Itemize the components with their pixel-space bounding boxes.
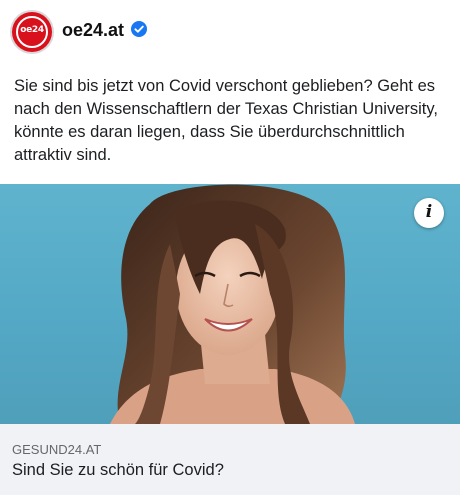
info-icon: i bbox=[425, 202, 433, 222]
link-preview-card[interactable]: GESUND24.AT Sind Sie zu schön für Covid? bbox=[0, 424, 460, 495]
portrait-illustration bbox=[110, 184, 355, 424]
info-button[interactable]: i bbox=[414, 198, 444, 228]
link-title[interactable]: Sind Sie zu schön für Covid? bbox=[12, 461, 224, 480]
avatar-logo-text: oe24 bbox=[20, 25, 44, 35]
post-header: oe24 oe24.at bbox=[0, 0, 460, 62]
page-name-link[interactable]: oe24.at bbox=[62, 20, 124, 41]
verified-badge-icon bbox=[131, 21, 147, 37]
link-domain: GESUND24.AT bbox=[12, 442, 102, 457]
avatar[interactable]: oe24 bbox=[12, 12, 52, 52]
post-text: Sie sind bis jetzt von Covid verschont g… bbox=[14, 77, 438, 164]
post-photo[interactable] bbox=[0, 184, 460, 424]
